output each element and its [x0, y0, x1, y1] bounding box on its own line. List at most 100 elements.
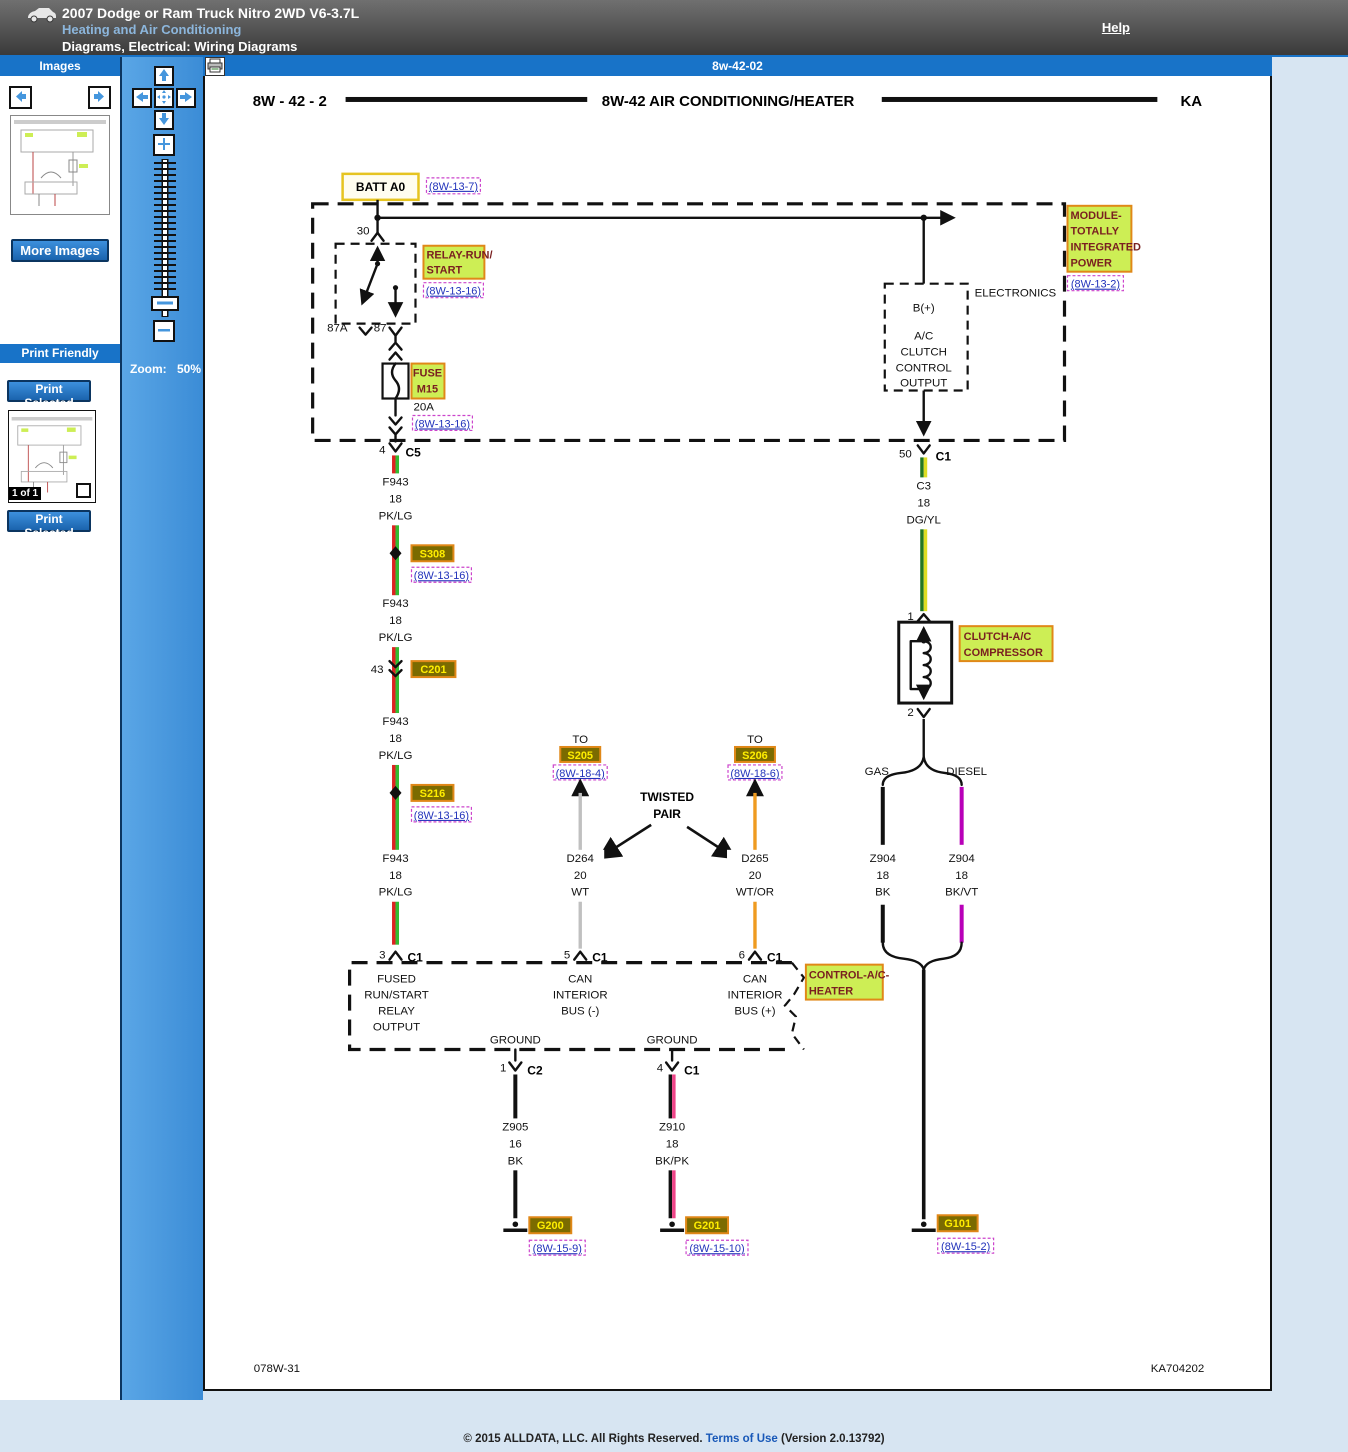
printer-icon — [207, 58, 223, 73]
diagram-thumbnail[interactable] — [10, 115, 110, 215]
pan-up-button[interactable] — [154, 66, 174, 86]
pan-right-button[interactable] — [176, 88, 196, 108]
pan-down-button[interactable] — [154, 110, 174, 130]
svg-text:D265: D265 — [741, 853, 768, 865]
output-label: CONTROL — [896, 363, 952, 375]
output-label: OUTPUT — [900, 378, 947, 390]
batt-link[interactable]: (8W-13-7) — [426, 178, 480, 194]
svg-text:(8W-13-16): (8W-13-16) — [414, 570, 469, 582]
to-label: TO — [572, 734, 588, 746]
pin-number: 6 — [739, 950, 745, 962]
relay-link[interactable]: (8W-13-16) — [423, 283, 483, 298]
fuse-link[interactable]: (8W-13-16) — [412, 415, 472, 430]
pan-left-button[interactable] — [132, 88, 152, 108]
ground-g101-label[interactable]: G101 — [938, 1215, 978, 1231]
svg-text:CLUTCH-A/C: CLUTCH-A/C — [964, 631, 1032, 643]
vehicle-icon — [26, 6, 58, 24]
next-image-button[interactable] — [88, 86, 111, 109]
vehicle-subtitle[interactable]: Heating and Air Conditioning — [62, 22, 241, 37]
connector-c201-label[interactable]: C201 — [411, 661, 455, 677]
control-module-label[interactable]: CONTROL-A/C- HEATER — [806, 965, 890, 1000]
module-text: BUS (-) — [561, 1006, 599, 1018]
zoom-slider[interactable] — [150, 157, 180, 319]
connector-symbol — [749, 952, 761, 960]
ground-g201-link[interactable]: (8W-15-10) — [686, 1240, 748, 1255]
branch-merge-brace — [883, 943, 962, 970]
svg-text:18: 18 — [389, 870, 402, 882]
wire-label-f943-2: F943 18 PK/LG — [374, 595, 418, 647]
svg-text:18: 18 — [389, 733, 402, 745]
wiring-diagram-page: 8W - 42 - 2 8W-42 AIR CONDITIONING/HEATE… — [203, 76, 1272, 1391]
relay-box — [336, 244, 416, 324]
svg-text:F943: F943 — [382, 716, 408, 728]
slider-ticks — [154, 159, 176, 317]
connector-symbol — [666, 1050, 678, 1071]
svg-text:WT/OR: WT/OR — [736, 887, 774, 899]
diagram-viewer: 8w-42-02 8W - 42 - 2 8W-42 AIR CONDITION… — [203, 57, 1272, 1400]
help-link[interactable]: Help — [1102, 20, 1130, 35]
connector-symbol — [390, 952, 402, 960]
previous-image-button[interactable] — [9, 86, 32, 109]
wire-to-g101 — [922, 970, 926, 1220]
print-page-icon[interactable] — [205, 57, 225, 76]
tipm-label[interactable]: MODULE- TOTALLY INTEGRATED POWER — [1067, 206, 1141, 272]
ground-g200-label[interactable]: G200 — [529, 1217, 571, 1233]
ground-g201-label[interactable]: G201 — [686, 1217, 728, 1233]
splice-s206-label[interactable]: S206 — [735, 747, 775, 762]
svg-text:START: START — [426, 265, 462, 277]
connector-name: C2 — [527, 1063, 543, 1077]
splice-s206-link[interactable]: (8W-18-6) — [728, 765, 782, 780]
more-images-button[interactable]: More Images — [11, 239, 109, 262]
splice-s205-label[interactable]: S205 — [560, 747, 600, 762]
splice-s308-label[interactable]: S308 — [411, 545, 453, 561]
slider-handle[interactable] — [152, 297, 178, 310]
splice-s216-link[interactable]: (8W-13-16) — [411, 807, 471, 822]
zoom-in-button[interactable] — [153, 134, 175, 156]
pin-number: 50 — [899, 448, 912, 460]
splice-dot — [390, 546, 402, 560]
print-selected-button[interactable]: Print Selected — [7, 380, 91, 402]
bplus-label: B(+) — [913, 303, 935, 315]
title-rule-right — [882, 97, 1158, 102]
svg-text:Z904: Z904 — [949, 853, 976, 865]
diesel-label: DIESEL — [946, 766, 987, 778]
arrow-right-icon — [92, 89, 107, 104]
svg-text:C3: C3 — [916, 480, 931, 492]
electronics-label: ELECTRONICS — [975, 288, 1057, 300]
wire-z904-diesel — [960, 905, 964, 943]
twisted-pair-label: TWISTED — [640, 790, 694, 804]
svg-text:16: 16 — [509, 1138, 522, 1150]
ground-g101-link[interactable]: (8W-15-2) — [938, 1238, 994, 1253]
compressor-label[interactable]: CLUTCH-A/C COMPRESSOR — [960, 626, 1053, 661]
pan-center-button[interactable] — [154, 88, 174, 108]
module-text: RELAY — [378, 1006, 415, 1018]
tipm-link[interactable]: (8W-13-2) — [1067, 276, 1123, 291]
print-selected-button-2[interactable]: Print Selected — [7, 510, 91, 532]
svg-text:(8W-13-2): (8W-13-2) — [1071, 279, 1120, 291]
wire-label-f943-1: F943 18 PK/LG — [374, 473, 418, 525]
svg-text:F943: F943 — [382, 476, 408, 488]
select-image-checkbox[interactable] — [76, 483, 91, 498]
arrow-right-icon — [179, 90, 193, 104]
relay-label[interactable]: RELAY-RUN/ START — [423, 246, 492, 279]
arrow-left-icon — [13, 89, 28, 104]
svg-text:PK/LG: PK/LG — [379, 887, 413, 899]
splice-s216-label[interactable]: S216 — [411, 785, 453, 801]
ground-dot — [921, 1221, 927, 1227]
pin-number: 43 — [371, 664, 384, 676]
plus-icon — [157, 137, 171, 151]
svg-text:F943: F943 — [382, 598, 408, 610]
ground-g200-link[interactable]: (8W-15-9) — [529, 1240, 585, 1255]
print-preview-thumbnail[interactable]: 1 of 1 — [8, 410, 96, 503]
zoom-out-button[interactable] — [153, 320, 175, 342]
wire-label-d264: D264 20 WT — [556, 850, 604, 902]
connector-symbol — [918, 614, 930, 621]
svg-text:(8W-13-16): (8W-13-16) — [415, 418, 470, 430]
ground-label: GROUND — [647, 1035, 698, 1047]
terms-of-use-link[interactable]: Terms of Use — [706, 1433, 778, 1445]
svg-text:C201: C201 — [420, 664, 446, 676]
svg-text:DG/YL: DG/YL — [907, 514, 941, 526]
fuse-label[interactable]: FUSE M15 — [411, 364, 444, 399]
splice-s205-link[interactable]: (8W-18-4) — [553, 765, 607, 780]
splice-s308-link[interactable]: (8W-13-16) — [411, 567, 471, 582]
